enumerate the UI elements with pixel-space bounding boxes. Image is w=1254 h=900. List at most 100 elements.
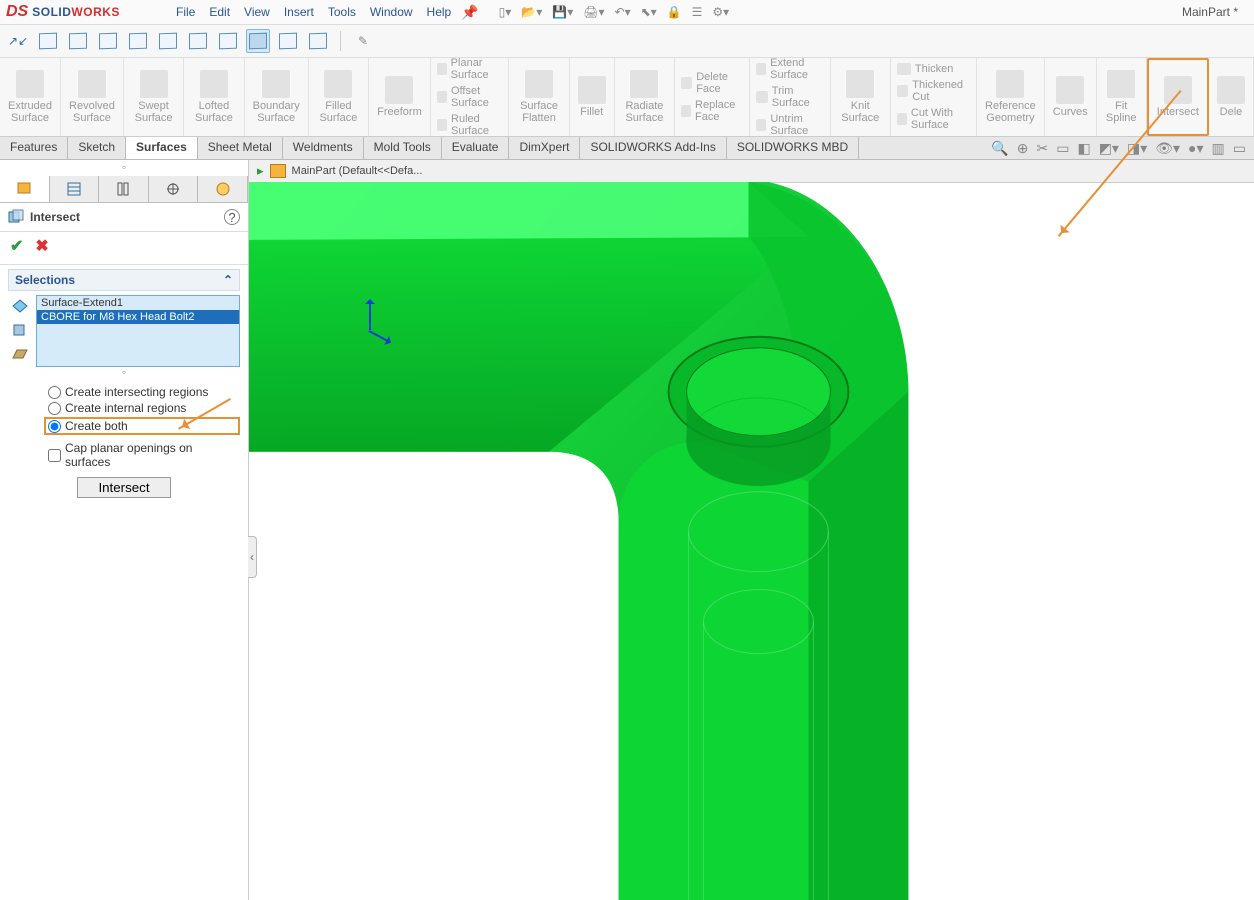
viewport-doc-label[interactable]: MainPart (Default<<Defa... <box>292 165 423 177</box>
hud-edit-icon[interactable]: ▥ <box>1212 140 1225 157</box>
settings-icon[interactable]: ⚙▾ <box>712 5 729 19</box>
hud-zoomfit-icon[interactable]: ⊕ <box>1017 140 1029 157</box>
tab-addins[interactable]: SOLIDWORKS Add-Ins <box>580 137 726 159</box>
tab-moldtools[interactable]: Mold Tools <box>364 137 442 159</box>
ptab-dim[interactable] <box>149 176 199 202</box>
hud-zoom-icon[interactable]: 🔍 <box>991 140 1008 157</box>
ribbon-delete-face[interactable]: Delete Face <box>681 71 743 95</box>
ribbon-delete-body[interactable]: Dele <box>1209 58 1254 136</box>
ribbon-extruded[interactable]: Extruded Surface <box>0 58 61 136</box>
view-cube-8[interactable] <box>276 29 300 53</box>
menu-window[interactable]: Window <box>370 5 413 19</box>
menu-help[interactable]: Help <box>427 5 452 19</box>
checkbox-cap[interactable]: Cap planar openings on surfaces <box>48 441 240 469</box>
ribbon-trim[interactable]: Trim Surface <box>756 85 823 109</box>
ribbon-untrim[interactable]: Untrim Surface <box>756 113 823 137</box>
rebuild-icon[interactable]: 🔒 <box>667 5 682 19</box>
ribbon-offset[interactable]: Offset Surface <box>437 85 503 109</box>
view-cube-9[interactable] <box>306 29 330 53</box>
view-cube-4[interactable] <box>126 29 150 53</box>
select-icon[interactable]: ⬉▾ <box>641 5 657 19</box>
view-swap-icon[interactable]: ↗↙ <box>6 29 30 53</box>
open-icon[interactable]: 📂▾ <box>521 5 542 19</box>
view-cube-6[interactable] <box>186 29 210 53</box>
hud-max-icon[interactable]: ▭ <box>1233 140 1246 157</box>
ribbon-revolved[interactable]: Revolved Surface <box>61 58 124 136</box>
tab-features[interactable]: Features <box>0 137 68 159</box>
ribbon-cut-surf[interactable]: Cut With Surface <box>897 107 970 131</box>
pin-icon[interactable]: 📌 <box>461 4 478 21</box>
collapse-icon[interactable]: ⌃ <box>223 273 233 287</box>
panel-collapse-handle[interactable] <box>248 536 257 578</box>
view-cube-shaded[interactable] <box>246 29 270 53</box>
ribbon-planar[interactable]: Planar Surface <box>437 58 503 81</box>
ribbon-boundary[interactable]: Boundary Surface <box>245 58 309 136</box>
radio-intersecting[interactable]: Create intersecting regions <box>48 385 240 399</box>
hud-view2-icon[interactable]: ◧ <box>1077 140 1090 157</box>
hud-hide-icon[interactable]: 👁▾ <box>1155 140 1180 157</box>
options-icon[interactable]: ☰ <box>692 5 703 19</box>
selection-item-1[interactable]: CBORE for M8 Hex Head Bolt2 <box>37 310 239 324</box>
ptab-feature-tree[interactable] <box>0 176 50 202</box>
help-icon[interactable]: ? <box>224 209 240 225</box>
ribbon-thicken[interactable]: Thicken <box>897 63 970 75</box>
flyout-expand-icon[interactable]: ▸ <box>257 163 264 179</box>
tab-mbd[interactable]: SOLIDWORKS MBD <box>727 137 859 159</box>
menu-insert[interactable]: Insert <box>284 5 314 19</box>
ribbon-thick-cut[interactable]: Thickened Cut <box>897 79 970 103</box>
view-cube-2[interactable] <box>66 29 90 53</box>
new-icon[interactable]: ▯▾ <box>499 5 512 19</box>
view-cube-5[interactable] <box>156 29 180 53</box>
ribbon-fitspline[interactable]: Fit Spline <box>1097 58 1147 136</box>
view-cube-1[interactable] <box>36 29 60 53</box>
model-view[interactable] <box>249 182 1254 900</box>
radio-both[interactable]: Create both <box>48 419 128 433</box>
hud-view1-icon[interactable]: ▭ <box>1056 140 1069 157</box>
ribbon-freeform[interactable]: Freeform <box>369 58 431 136</box>
ptab-property[interactable] <box>50 176 100 202</box>
ptab-appearance[interactable] <box>198 176 248 202</box>
ribbon-fillet[interactable]: Fillet <box>570 58 615 136</box>
tab-sketch[interactable]: Sketch <box>68 137 126 159</box>
ribbon-curves[interactable]: Curves <box>1045 58 1097 136</box>
view-cube-7[interactable] <box>216 29 240 53</box>
ribbon-ruled[interactable]: Ruled Surface <box>437 113 503 137</box>
ribbon-intersect[interactable]: Intersect <box>1147 58 1209 136</box>
ribbon-filled[interactable]: Filled Surface <box>309 58 369 136</box>
sel-type-body-icon[interactable] <box>10 321 30 339</box>
ribbon-lofted[interactable]: Lofted Surface <box>184 58 244 136</box>
tab-evaluate[interactable]: Evaluate <box>442 137 510 159</box>
menu-file[interactable]: File <box>176 5 195 19</box>
view-tool-icon[interactable]: ✎ <box>351 29 375 53</box>
hud-section-icon[interactable]: ✂ <box>1037 140 1049 157</box>
intersect-button[interactable]: Intersect <box>77 477 170 498</box>
ribbon-extend[interactable]: Extend Surface <box>756 58 823 81</box>
section-selections[interactable]: Selections ⌃ <box>8 269 240 291</box>
menu-edit[interactable]: Edit <box>209 5 230 19</box>
selection-list[interactable]: Surface-Extend1 CBORE for M8 Hex Head Bo… <box>36 295 240 367</box>
ribbon-radiate[interactable]: Radiate Surface <box>615 58 675 136</box>
undo-icon[interactable]: ↶▾ <box>615 5 631 19</box>
selection-item-0[interactable]: Surface-Extend1 <box>37 296 239 310</box>
menu-tools[interactable]: Tools <box>328 5 356 19</box>
viewport[interactable]: ▸ MainPart (Default<<Defa... <box>249 160 1254 900</box>
menu-view[interactable]: View <box>244 5 270 19</box>
tab-weldments[interactable]: Weldments <box>283 137 364 159</box>
ptab-config[interactable] <box>99 176 149 202</box>
ribbon-knit[interactable]: Knit Surface <box>831 58 891 136</box>
tab-surfaces[interactable]: Surfaces <box>126 137 198 159</box>
ok-button[interactable]: ✔ <box>10 236 23 256</box>
save-icon[interactable]: 💾▾ <box>552 5 573 19</box>
print-icon[interactable]: 🖨▾ <box>583 5 604 19</box>
cancel-button[interactable]: ✖ <box>35 236 48 256</box>
ribbon-flatten[interactable]: Surface Flatten <box>509 58 569 136</box>
sel-type-face-icon[interactable] <box>10 297 30 315</box>
tab-dimxpert[interactable]: DimXpert <box>509 137 580 159</box>
ribbon-replace-face[interactable]: Replace Face <box>681 99 743 123</box>
view-cube-3[interactable] <box>96 29 120 53</box>
ribbon-refgeom[interactable]: Reference Geometry <box>977 58 1045 136</box>
hud-display-icon[interactable]: ◩▾ <box>1099 140 1119 157</box>
ribbon-swept[interactable]: Swept Surface <box>124 58 184 136</box>
sel-type-plane-icon[interactable] <box>10 345 30 363</box>
hud-appear-icon[interactable]: ●▾ <box>1188 140 1203 157</box>
